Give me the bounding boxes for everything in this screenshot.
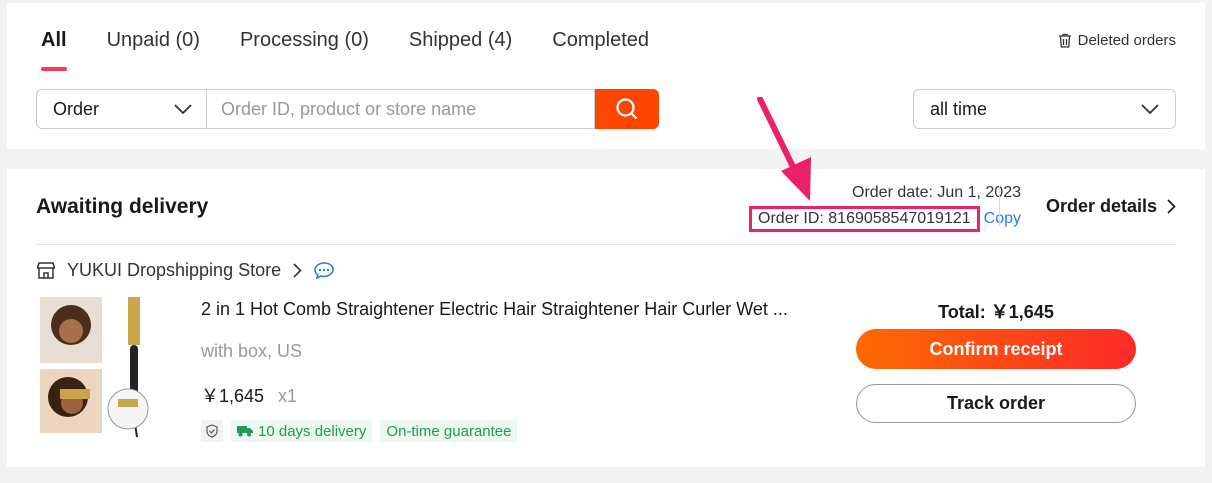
product-image[interactable] (40, 297, 180, 443)
order-tabs: All Unpaid (0) Processing (0) Shipped (4… (41, 29, 689, 71)
time-range-dropdown[interactable]: all time (913, 89, 1176, 129)
delivery-time-label: 10 days delivery (258, 422, 367, 440)
orders-header-card: All Unpaid (0) Processing (0) Shipped (4… (7, 3, 1205, 149)
delivery-badges: 10 days delivery On-time guarantee (201, 420, 518, 442)
tab-unpaid[interactable]: Unpaid (0) (107, 29, 200, 71)
order-id: Order ID: 8169058547019121 (749, 206, 980, 232)
order-details-link[interactable]: Order details (1046, 196, 1176, 217)
time-range-value: all time (930, 98, 988, 119)
delivery-time-badge: 10 days delivery (231, 420, 373, 442)
tab-processing[interactable]: Processing (0) (240, 29, 369, 71)
divider (999, 186, 1000, 226)
order-total: Total: ￥1,645 (938, 302, 1054, 322)
chevron-down-icon (174, 104, 192, 114)
chevron-right-icon (293, 263, 302, 278)
tab-shipped[interactable]: Shipped (4) (409, 29, 512, 71)
product-price-row: ￥1,645 x1 (201, 382, 297, 408)
search-type-dropdown[interactable]: Order (36, 89, 207, 129)
confirm-receipt-button[interactable]: Confirm receipt (856, 329, 1136, 369)
order-search: Order (36, 89, 659, 129)
order-date: Order date: Jun 1, 2023 (852, 184, 1021, 201)
store-name: YUKUI Dropshipping Store (67, 260, 282, 280)
chevron-down-icon (1141, 104, 1159, 114)
tab-all[interactable]: All (41, 29, 67, 71)
shield-icon (201, 420, 223, 442)
store-icon (37, 262, 55, 279)
product-quantity: x1 (278, 386, 298, 406)
store-row[interactable]: YUKUI Dropshipping Store (37, 260, 334, 281)
deleted-orders-label: Deleted orders (1077, 32, 1176, 49)
deleted-orders-link[interactable]: Deleted orders (1058, 32, 1176, 49)
product-variant: with box, US (201, 341, 303, 361)
order-card: Awaiting delivery Order date: Jun 1, 202… (7, 169, 1205, 467)
order-meta: Order date: Jun 1, 2023 Order ID: 816905… (749, 184, 1021, 232)
chat-icon[interactable] (314, 262, 334, 279)
search-input[interactable] (207, 89, 595, 129)
trash-icon (1058, 33, 1071, 48)
order-details-label: Order details (1045, 196, 1157, 216)
tab-completed[interactable]: Completed (552, 29, 649, 71)
order-status: Awaiting delivery (36, 195, 209, 218)
copy-order-id-button[interactable]: Copy (984, 210, 1021, 227)
track-order-button[interactable]: Track order (856, 384, 1136, 423)
chevron-right-icon (1167, 199, 1176, 214)
search-icon (616, 98, 638, 120)
truck-icon (237, 426, 253, 437)
guarantee-badge: On-time guarantee (380, 420, 518, 442)
divider (36, 244, 1176, 245)
search-button[interactable] (595, 89, 659, 129)
search-type-value: Order (53, 98, 100, 119)
product-name[interactable]: 2 in 1 Hot Comb Straightener Electric Ha… (201, 299, 811, 320)
product-price: ￥1,645 (201, 386, 265, 406)
